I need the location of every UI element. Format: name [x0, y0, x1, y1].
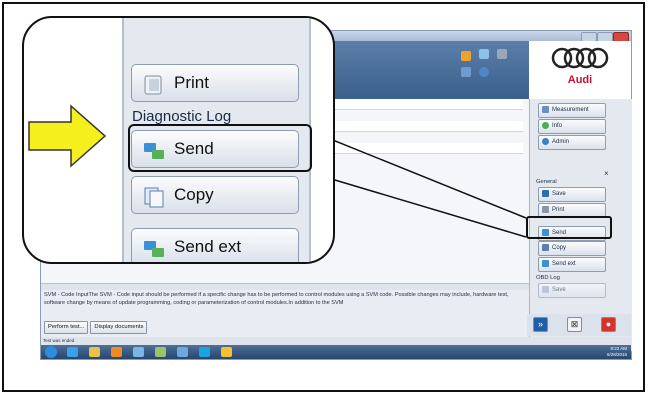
zoomed-send-highlight: [128, 124, 312, 172]
zoomed-copy-label: Copy: [174, 185, 214, 204]
print-icon: [142, 73, 166, 95]
send-ext-icon: [142, 237, 166, 259]
zoomed-print-button[interactable]: Print: [131, 64, 299, 102]
zoomed-section-label: Diagnostic Log: [132, 108, 232, 125]
yellow-arrow-icon: [28, 104, 107, 168]
zoomed-send-ext-label: Send ext: [174, 237, 242, 256]
zoomed-send-ext-button[interactable]: Send ext: [131, 228, 299, 262]
copy-icon: [142, 185, 166, 208]
zoomed-copy-button[interactable]: Copy: [131, 176, 299, 214]
zoomed-print-label: Print: [174, 73, 209, 92]
